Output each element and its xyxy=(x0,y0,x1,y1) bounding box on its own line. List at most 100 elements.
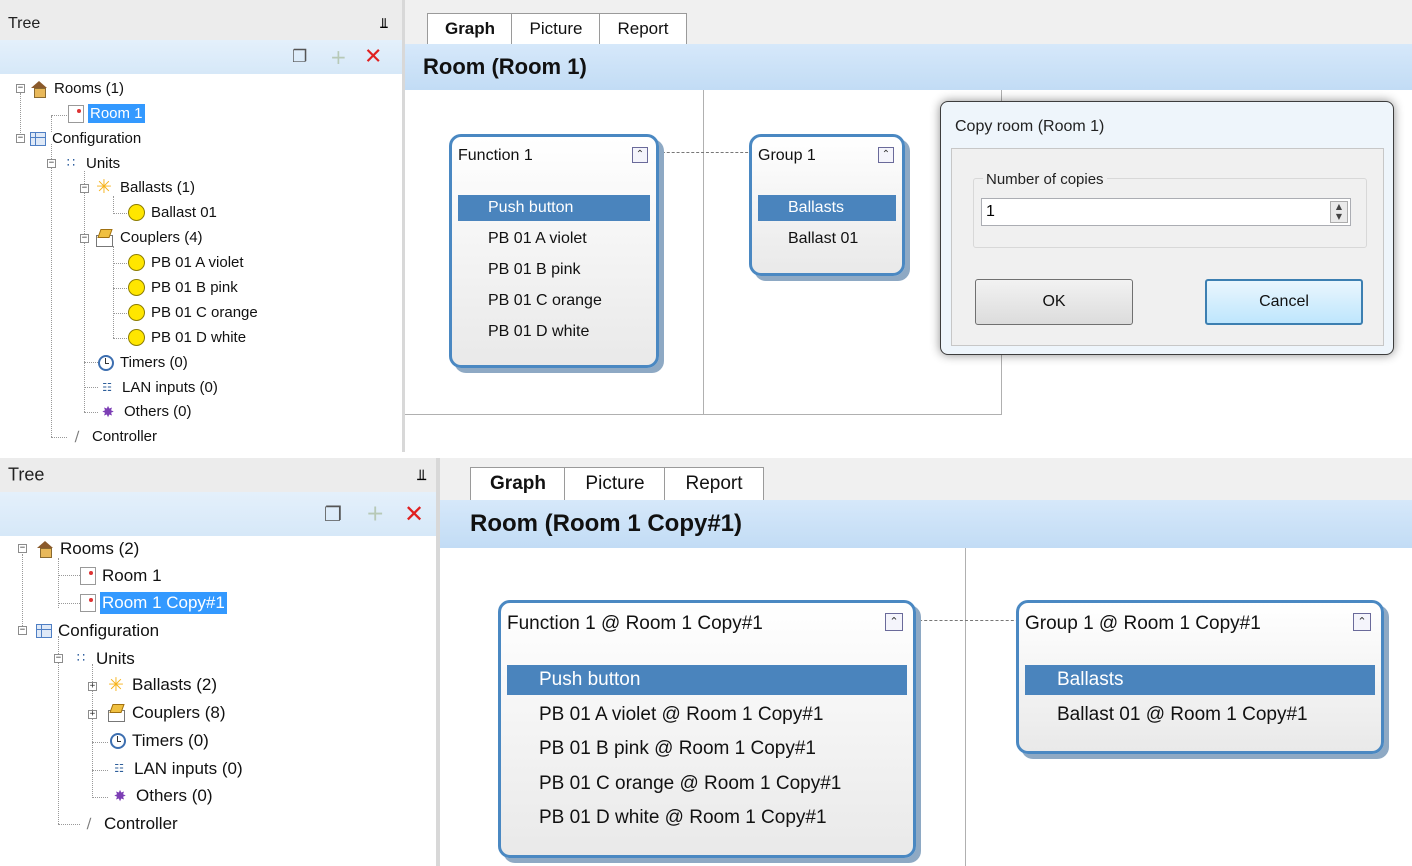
function-card[interactable]: Function 1 ⌃ Push button PB 01 A violet … xyxy=(449,134,659,368)
tree-node-couplers[interactable]: Couplers (8) xyxy=(106,702,228,724)
coupler-icon xyxy=(106,704,126,722)
expander[interactable]: − xyxy=(80,234,89,243)
tree-node-controller[interactable]: ∕ Controller xyxy=(80,813,180,835)
tree-node-lan-inputs[interactable]: ☷ LAN inputs (0) xyxy=(110,758,245,780)
function-item[interactable]: PB 01 B pink xyxy=(458,257,650,283)
network-icon: ☷ xyxy=(102,380,112,394)
tree-node-room-1[interactable]: Room 1 xyxy=(80,565,164,587)
function-item[interactable]: PB 01 C orange @ Room 1 Copy#1 xyxy=(507,769,907,799)
function-item[interactable]: Push button xyxy=(507,665,907,695)
controller-icon: ∕ xyxy=(74,428,80,445)
tree-node-units[interactable]: ∷ Units xyxy=(62,154,122,173)
tree-panel: Tree ⫫ ❐ + ✕ − − − + + Rooms (2) Room 1 xyxy=(0,458,436,866)
sun-icon: ✳ xyxy=(96,176,112,198)
tree-node-ballast-01[interactable]: Ballast 01 xyxy=(128,203,219,222)
function-item[interactable]: PB 01 A violet xyxy=(458,226,650,252)
collapse-icon[interactable]: ⌃ xyxy=(885,613,903,631)
expander[interactable]: + xyxy=(88,682,97,691)
tree-panel: Tree ⫫ ❐ + ✕ − − − − − Rooms (1) Room 1 … xyxy=(0,0,402,452)
function-item[interactable]: PB 01 C orange xyxy=(458,288,650,314)
coupler-device-icon xyxy=(128,254,145,271)
timer-icon xyxy=(98,354,114,371)
tree-toolbar: ❐ + ✕ xyxy=(0,40,402,74)
tree-node-pb-c[interactable]: PB 01 C orange xyxy=(128,303,260,322)
function-item[interactable]: PB 01 D white @ Room 1 Copy#1 xyxy=(507,803,907,833)
group-item[interactable]: Ballasts xyxy=(758,195,896,221)
coupler-icon xyxy=(94,229,114,247)
function-item[interactable]: Push button xyxy=(458,195,650,221)
graph-canvas[interactable]: Function 1 @ Room 1 Copy#1 ⌃ Push button… xyxy=(440,548,1412,866)
spinner-arrows-icon[interactable]: ▲ ▼ xyxy=(1330,201,1348,223)
pin-icon[interactable]: ⫫ xyxy=(418,466,426,484)
timer-icon xyxy=(110,733,126,749)
tree-node-timers[interactable]: Timers (0) xyxy=(110,730,211,752)
tree-node-room-1-copy[interactable]: Room 1 Copy#1 xyxy=(80,592,227,614)
group-item[interactable]: Ballasts xyxy=(1025,665,1375,695)
connector-line xyxy=(914,620,1024,621)
copies-value[interactable]: 1 xyxy=(986,203,995,221)
pin-icon[interactable]: ⫫ xyxy=(380,16,388,32)
tree-node-others[interactable]: ✸ Others (0) xyxy=(110,785,215,807)
tree-node-ballasts[interactable]: ✳ Ballasts (1) xyxy=(94,177,197,197)
function-card[interactable]: Function 1 @ Room 1 Copy#1 ⌃ Push button… xyxy=(498,600,916,858)
add-icon[interactable]: + xyxy=(330,45,347,69)
group-item[interactable]: Ballast 01 @ Room 1 Copy#1 xyxy=(1025,700,1375,730)
tab-graph[interactable]: Graph xyxy=(427,13,513,45)
tree-node-units[interactable]: ∷ Units xyxy=(72,648,137,670)
delete-icon[interactable]: ✕ xyxy=(404,500,424,528)
tree-node-pb-d[interactable]: PB 01 D white xyxy=(128,328,248,347)
function-item[interactable]: PB 01 B pink @ Room 1 Copy#1 xyxy=(507,734,907,764)
tab-report[interactable]: Report xyxy=(599,13,687,45)
tree-node-room-1[interactable]: Room 1 xyxy=(68,104,145,123)
ballast-icon xyxy=(128,204,145,221)
tree-node-couplers[interactable]: Couplers (4) xyxy=(94,228,205,247)
expander[interactable]: + xyxy=(88,710,97,719)
page-title-bar: Room (Room 1) xyxy=(405,44,1412,90)
tree-node-ballasts[interactable]: ✳ Ballasts (2) xyxy=(106,674,219,696)
expander[interactable]: − xyxy=(80,184,89,193)
tab-graph[interactable]: Graph xyxy=(470,467,566,501)
add-icon[interactable]: + xyxy=(366,502,384,527)
copies-spinner[interactable]: 1 ▲ ▼ xyxy=(981,198,1351,226)
tab-picture[interactable]: Picture xyxy=(564,467,666,501)
expander[interactable]: − xyxy=(18,626,27,635)
tree-node-rooms[interactable]: Rooms (1) xyxy=(30,79,126,98)
collapse-icon[interactable]: ⌃ xyxy=(632,147,648,163)
function-item[interactable]: PB 01 D white xyxy=(458,319,650,345)
tree-node-pb-b[interactable]: PB 01 B pink xyxy=(128,278,240,297)
tab-report[interactable]: Report xyxy=(664,467,764,501)
expander[interactable]: − xyxy=(18,544,27,553)
expander[interactable]: − xyxy=(54,654,63,663)
collapse-icon[interactable]: ⌃ xyxy=(1353,613,1371,631)
room-icon xyxy=(80,594,96,612)
group-card[interactable]: Group 1 @ Room 1 Copy#1 ⌃ Ballasts Balla… xyxy=(1016,600,1384,754)
copy-icon[interactable]: ❐ xyxy=(324,502,342,526)
group-card[interactable]: Group 1 ⌃ Ballasts Ballast 01 xyxy=(749,134,905,276)
tree-node-configuration[interactable]: Configuration xyxy=(30,129,143,148)
tree-node-timers[interactable]: Timers (0) xyxy=(98,353,190,372)
expander[interactable]: − xyxy=(16,134,25,143)
expander[interactable]: − xyxy=(47,159,56,168)
function-item[interactable]: PB 01 A violet @ Room 1 Copy#1 xyxy=(507,700,907,730)
group-item[interactable]: Ballast 01 xyxy=(758,226,896,252)
cancel-button[interactable]: Cancel xyxy=(1205,279,1363,325)
tree-node-rooms[interactable]: Rooms (2) xyxy=(36,538,141,560)
coupler-device-icon xyxy=(128,304,145,321)
tree-node-controller[interactable]: ∕ Controller xyxy=(68,427,159,446)
controller-icon: ∕ xyxy=(86,816,92,832)
page-title: Room (Room 1 Copy#1) xyxy=(470,510,743,537)
page-title: Room (Room 1) xyxy=(423,54,587,79)
copy-icon[interactable]: ❐ xyxy=(292,47,307,67)
tree-node-configuration[interactable]: Configuration xyxy=(36,620,161,642)
tree-node-pb-a[interactable]: PB 01 A violet xyxy=(128,253,246,272)
room-icon xyxy=(68,104,84,123)
copy-room-dialog: Copy room (Room 1) Number of copies 1 ▲ ▼… xyxy=(940,101,1394,355)
connector-line xyxy=(657,152,753,153)
tree-node-lan-inputs[interactable]: ☷ LAN inputs (0) xyxy=(98,378,220,397)
collapse-icon[interactable]: ⌃ xyxy=(878,147,894,163)
delete-icon[interactable]: ✕ xyxy=(364,45,382,70)
tab-picture[interactable]: Picture xyxy=(511,13,601,45)
expander[interactable]: − xyxy=(16,84,25,93)
tree-node-others[interactable]: ✸ Others (0) xyxy=(98,402,194,421)
ok-button[interactable]: OK xyxy=(975,279,1133,325)
